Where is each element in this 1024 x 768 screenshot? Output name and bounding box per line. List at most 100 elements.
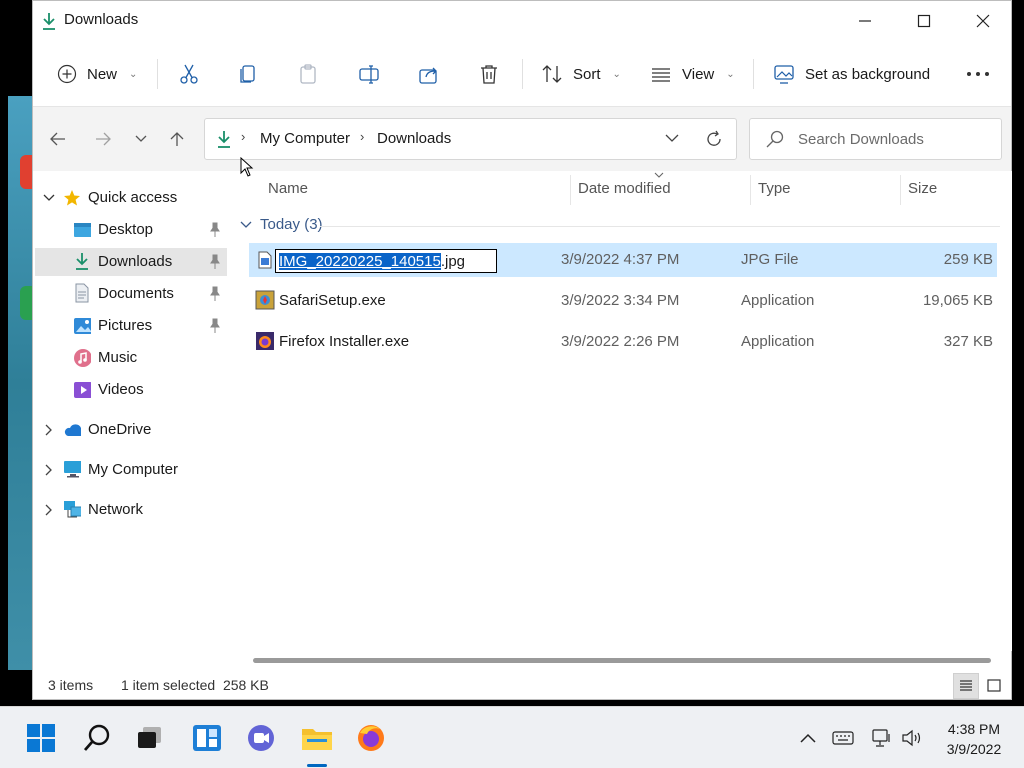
sort-label: Sort (573, 65, 601, 83)
music-icon (73, 349, 91, 367)
search-box[interactable]: Search Downloads (749, 118, 1002, 160)
chevron-down-icon[interactable] (43, 192, 55, 204)
pin-icon[interactable] (209, 222, 221, 238)
sidebar-item-documents[interactable]: Documents (35, 280, 227, 308)
pin-icon[interactable] (209, 286, 221, 302)
sidebar-item-quick-access[interactable]: Quick access (35, 184, 227, 212)
keyboard-tray-button[interactable] (832, 727, 854, 749)
share-button[interactable] (418, 55, 440, 93)
column-header-name[interactable]: Name (268, 180, 308, 197)
scrollbar-thumb[interactable] (253, 658, 991, 663)
sidebar-item-my-computer[interactable]: My Computer (35, 456, 227, 484)
sidebar-item-downloads[interactable]: Downloads (35, 248, 227, 276)
group-header-today[interactable]: Today (3) (240, 216, 323, 233)
search-button[interactable] (79, 720, 115, 756)
minimize-button[interactable] (835, 1, 894, 41)
sidebar-item-music[interactable]: Music (35, 344, 227, 372)
sidebar-item-pictures[interactable]: Pictures (35, 312, 227, 340)
speaker-icon (902, 729, 921, 747)
column-header-type[interactable]: Type (758, 180, 791, 197)
toolbar-divider (753, 59, 754, 89)
sidebar-item-network[interactable]: Network (35, 496, 227, 524)
details-view-button[interactable] (953, 673, 979, 699)
show-hidden-icons-button[interactable] (797, 727, 819, 749)
firefox-installer-icon (256, 332, 274, 350)
breadcrumb-my-computer[interactable]: My Computer (260, 130, 350, 147)
chat-button[interactable] (243, 720, 279, 756)
rename-input[interactable]: IMG_20220225_140515 .jpg (275, 249, 497, 273)
set-as-background-button[interactable]: Set as background (773, 55, 930, 93)
firefox-taskbar-button[interactable] (353, 720, 389, 756)
widgets-button[interactable] (189, 720, 225, 756)
sidebar-item-onedrive[interactable]: OneDrive (35, 416, 227, 444)
clock[interactable]: 4:38 PM 3/9/2022 (932, 719, 1016, 759)
network-tray-button[interactable] (871, 727, 893, 749)
chevron-right-icon[interactable] (43, 504, 55, 516)
chevron-right-icon[interactable] (43, 424, 55, 436)
cut-button[interactable] (178, 55, 200, 93)
copy-button[interactable] (238, 55, 260, 93)
back-button[interactable] (44, 125, 72, 153)
arrow-up-icon (170, 132, 184, 146)
windows-logo-icon (27, 724, 55, 752)
breadcrumb-separator-icon[interactable]: › (241, 129, 245, 144)
close-icon (976, 14, 989, 28)
column-header-size[interactable]: Size (908, 180, 937, 197)
close-button[interactable] (953, 1, 1012, 41)
address-bar[interactable]: › My Computer › Downloads (204, 118, 737, 160)
rename-selected-text: IMG_20220225_140515 (279, 252, 441, 270)
chevron-down-icon: ⌄ (726, 68, 735, 80)
paste-button[interactable] (298, 55, 320, 93)
sort-button[interactable]: Sort ⌄ (541, 55, 621, 93)
network-status-icon (872, 729, 890, 747)
title-bar[interactable]: Downloads (33, 1, 1011, 41)
chat-icon (248, 725, 274, 751)
volume-tray-button[interactable] (901, 727, 923, 749)
refresh-icon[interactable] (705, 130, 723, 148)
star-icon (63, 189, 81, 207)
status-item-count: 3 items (48, 677, 94, 693)
file-row[interactable]: SafariSetup.exe 3/9/2022 3:34 PM Applica… (249, 284, 997, 318)
view-list-icon (652, 68, 670, 82)
sidebar-item-videos[interactable]: Videos (35, 376, 227, 404)
file-type: JPG File (741, 251, 799, 268)
chevron-right-icon[interactable] (43, 464, 55, 476)
tiles-view-button[interactable] (981, 673, 1007, 699)
firefox-icon (358, 725, 384, 751)
rename-button[interactable] (358, 55, 380, 93)
sidebar-item-desktop[interactable]: Desktop (35, 216, 227, 244)
delete-button[interactable] (478, 55, 500, 93)
view-button[interactable]: View ⌄ (650, 55, 735, 93)
widgets-icon (193, 725, 221, 751)
file-explorer-taskbar-button[interactable] (299, 720, 335, 756)
pin-icon[interactable] (209, 318, 221, 334)
chevron-up-icon (800, 733, 816, 743)
file-row[interactable]: IMG_20220225_140515 .jpg 3/9/2022 4:37 PM… (249, 243, 997, 277)
picture-icon (73, 317, 91, 335)
forward-button[interactable] (89, 125, 117, 153)
breadcrumb-downloads[interactable]: Downloads (377, 130, 451, 147)
status-bar: 3 items 1 item selected 258 KB (33, 671, 1011, 699)
details-view-icon (960, 680, 972, 691)
file-explorer-window: Downloads New ⌄ Sort ⌄ View ⌄ Set as bac… (32, 0, 1012, 700)
file-row[interactable]: Firefox Installer.exe 3/9/2022 2:26 PM A… (249, 325, 997, 359)
horizontal-scrollbar[interactable] (251, 656, 993, 664)
breadcrumb-separator-icon[interactable]: › (360, 129, 364, 144)
more-options-button[interactable] (966, 55, 990, 93)
file-type: Application (741, 292, 815, 309)
sidebar-label-pictures: Pictures (98, 317, 153, 334)
column-header-date-modified[interactable]: Date modified (578, 180, 671, 197)
maximize-button[interactable] (894, 1, 953, 41)
file-list: Name Date modified Type Size Today (3) I… (232, 171, 1012, 651)
task-view-button[interactable] (132, 720, 168, 756)
start-button[interactable] (23, 720, 59, 756)
toolbar-divider (522, 59, 523, 89)
recent-locations-button[interactable] (127, 125, 155, 153)
arrow-right-icon (96, 132, 111, 146)
cut-icon (180, 64, 198, 84)
toolbar-divider (157, 59, 158, 89)
address-history-chevron-icon[interactable] (665, 134, 679, 143)
up-button[interactable] (163, 125, 191, 153)
pin-icon[interactable] (209, 254, 221, 270)
new-button[interactable]: New ⌄ (57, 55, 137, 93)
